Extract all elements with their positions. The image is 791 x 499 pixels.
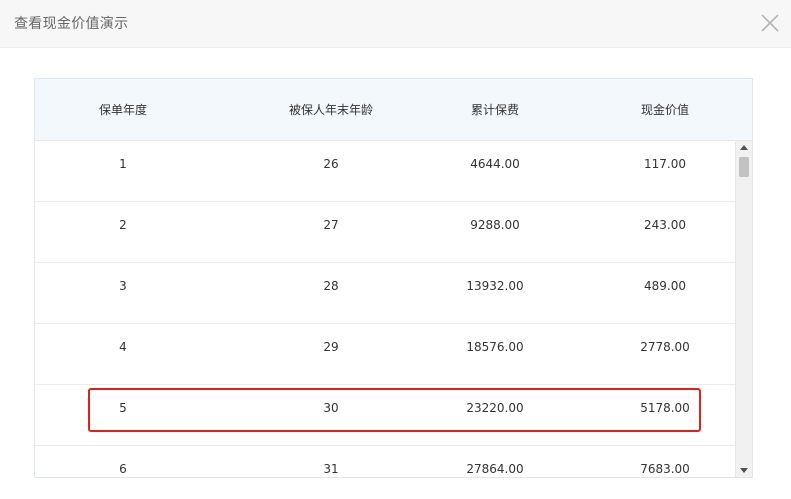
header-policy-year: 保单年度: [98, 103, 147, 117]
cell-cash-value: 489.00: [644, 279, 686, 293]
cell-policy-year: 2: [119, 218, 127, 232]
cell-insured-age: 29: [323, 340, 339, 354]
cell-cash-value: 117.00: [644, 157, 686, 171]
cash-value-table: 保单年度 被保人年末年龄 累计保费 现金价值 1 26 4644.00 117.…: [34, 78, 753, 478]
cell-policy-year: 1: [119, 157, 127, 171]
table-row: 6 31 27864.00 7683.00: [35, 446, 735, 477]
cell-cash-value: 2778.00: [640, 340, 690, 354]
cell-policy-year: 5: [119, 401, 127, 415]
dialog-title: 查看现金价值演示: [14, 16, 129, 32]
cell-insured-age: 27: [323, 218, 339, 232]
cell-insured-age: 26: [323, 157, 339, 171]
header-cumulative-premium: 累计保费: [470, 103, 519, 117]
header-cash-value: 现金价值: [640, 103, 689, 117]
cell-policy-year: 3: [119, 279, 127, 293]
scroll-thumb[interactable]: [739, 157, 749, 177]
header-insured-age: 被保人年末年龄: [288, 103, 373, 117]
table-row: 4 29 18576.00 2778.00: [35, 324, 735, 385]
cell-cumulative-premium: 18576.00: [466, 340, 524, 354]
table-header: 保单年度 被保人年末年龄 累计保费 现金价值: [35, 79, 752, 141]
cell-cumulative-premium: 23220.00: [466, 401, 524, 415]
cell-cash-value: 5178.00: [640, 401, 690, 415]
cell-cumulative-premium: 13932.00: [466, 279, 524, 293]
table-row: 1 26 4644.00 117.00: [35, 141, 735, 202]
cell-insured-age: 31: [323, 462, 339, 476]
cell-policy-year: 6: [119, 462, 127, 476]
dialog-header: 查看现金价值演示: [0, 0, 791, 48]
cell-cash-value: 7683.00: [640, 462, 690, 476]
table-body: 1 26 4644.00 117.00 2 27 9288.00 243.00 …: [35, 141, 735, 477]
table-row: 2 27 9288.00 243.00: [35, 202, 735, 263]
vertical-scrollbar[interactable]: [735, 141, 752, 477]
cell-cash-value: 243.00: [644, 218, 686, 232]
cell-insured-age: 28: [323, 279, 339, 293]
cell-insured-age: 30: [323, 401, 339, 415]
cell-cumulative-premium: 9288.00: [470, 218, 520, 232]
cell-policy-year: 4: [119, 340, 127, 354]
table-row: 3 28 13932.00 489.00: [35, 263, 735, 324]
close-icon[interactable]: [761, 14, 779, 32]
scroll-up-arrow-icon[interactable]: [740, 145, 748, 150]
cell-cumulative-premium: 4644.00: [470, 157, 520, 171]
table-row-highlighted: 5 30 23220.00 5178.00: [35, 385, 735, 446]
cell-cumulative-premium: 27864.00: [466, 462, 524, 476]
scroll-down-arrow-icon[interactable]: [740, 468, 748, 473]
